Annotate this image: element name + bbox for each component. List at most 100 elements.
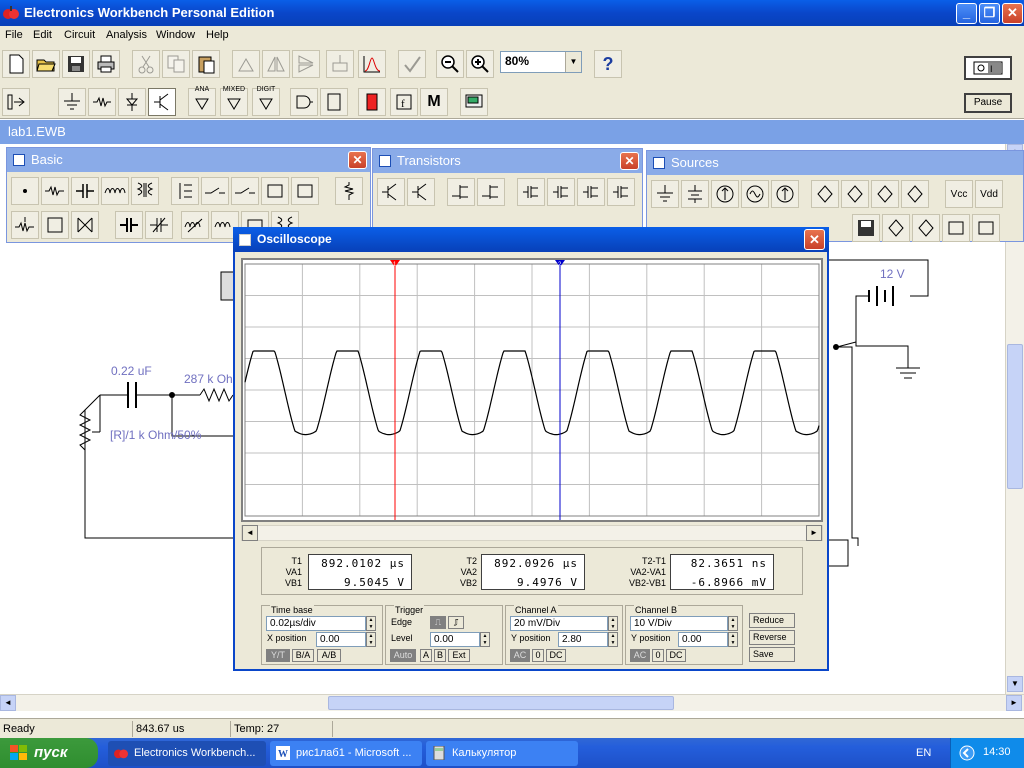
variable-capacitor-part[interactable] [145,211,173,239]
n-depletion-mosfet-part[interactable] [577,178,605,206]
voltage-controlled-sine-part[interactable] [972,214,1000,242]
workspace-horizontal-scrollbar[interactable]: ◄ ► [0,694,1024,711]
paste-button[interactable] [192,50,220,78]
language-indicator[interactable]: EN [916,747,931,759]
transformer-part[interactable] [131,177,159,205]
mode-ab-button[interactable]: A/B [317,649,341,662]
current-controlled-switch-part[interactable] [291,177,319,205]
pause-button[interactable]: Pause [964,93,1012,113]
task-electronics-workbench[interactable]: Electronics Workbench... [108,741,266,766]
controls-bin-button[interactable]: f [390,88,418,116]
channel-a-scale-field[interactable]: 20 mV/Div [510,616,608,631]
basic-bin-header[interactable]: Basic [7,148,370,172]
resistor-pack-part[interactable] [41,211,69,239]
x-position-spinner[interactable]: ▲ ▼ [366,632,376,647]
trigger-a-button[interactable]: A [420,649,432,662]
print-button[interactable] [92,50,120,78]
scroll-left-icon[interactable]: ◄ [0,695,16,711]
zoom-select[interactable]: 80% ▼ [500,51,582,73]
tray-expand-icon[interactable] [959,745,975,761]
basic-bin-close-button[interactable]: ✕ [348,151,367,169]
menu-circuit[interactable]: Circuit [64,29,95,41]
channel-b-scale-spinner[interactable]: ▲ ▼ [728,616,738,631]
sources-bin-button[interactable] [58,88,86,116]
dc-current-source-part[interactable] [711,180,739,208]
task-calculator[interactable]: Калькулятор [426,741,578,766]
time-delay-switch-part[interactable] [231,177,259,205]
trigger-auto-button[interactable]: Auto [390,649,416,662]
channel-a-dc-button[interactable]: DC [546,649,566,662]
sources-save-part[interactable] [852,214,880,242]
menu-file[interactable]: File [5,29,23,41]
copy-button[interactable] [162,50,190,78]
oscilloscope-screen[interactable]: 12 [241,258,823,522]
task-word-document[interactable]: Wрис1лаб1 - Microsoft ... [270,741,422,766]
analysis-graphs-button[interactable] [358,50,386,78]
help-button[interactable]: ? [594,50,622,78]
miscellaneous-bin-button[interactable]: M [420,88,448,116]
indicators-bin-button[interactable] [358,88,386,116]
menu-window[interactable]: Window [156,29,195,41]
npn-transistor-part[interactable] [377,178,405,206]
p-jfet-part[interactable] [477,178,505,206]
variable-inductor-part[interactable] [181,211,209,239]
mode-ba-button[interactable]: B/A [292,649,314,662]
new-file-button[interactable] [2,50,30,78]
relay-part[interactable] [171,177,199,205]
controlled-one-shot-part[interactable] [942,214,970,242]
falling-edge-button[interactable]: ⎎ [448,616,464,629]
fsk-source-part[interactable] [912,214,940,242]
capacitor-part[interactable] [71,177,99,205]
timebase-field[interactable]: 0.02µs/div [266,616,366,631]
vccs-part[interactable] [841,180,869,208]
channel-a-scale-spinner[interactable]: ▲ ▼ [608,616,618,631]
oscilloscope-close-button[interactable]: ✕ [804,229,825,250]
switch-part[interactable] [201,177,229,205]
voltage-controlled-switch-part[interactable] [261,177,289,205]
favorites-bin-button[interactable] [2,88,30,116]
resistor-part[interactable] [41,177,69,205]
chevron-down-icon[interactable]: ▼ [565,52,581,72]
ac-current-source-part[interactable] [771,180,799,208]
pulse-source-part[interactable] [882,214,910,242]
oscilloscope-scrollbar[interactable]: ◄ ► [241,525,823,541]
rising-edge-button[interactable]: ⎍ [430,616,446,629]
scroll-right-icon[interactable]: ► [1006,695,1022,711]
flip-vertical-button[interactable] [292,50,320,78]
p-mosfet-part[interactable] [547,178,575,206]
close-button[interactable]: ✕ [1002,3,1023,24]
bridge-part[interactable] [71,211,99,239]
vertical-scroll-thumb[interactable] [1007,344,1023,489]
component-properties-button[interactable] [326,50,354,78]
rotate-button[interactable] [232,50,260,78]
menu-analysis[interactable]: Analysis [106,29,147,41]
digital-bin-button[interactable] [320,88,348,116]
reverse-button[interactable]: Reverse [749,630,795,645]
connector-part[interactable] [11,177,39,205]
pnp-transistor-part[interactable] [407,178,435,206]
channel-b-dc-button[interactable]: DC [666,649,686,662]
x-position-field[interactable]: 0.00 [316,632,366,647]
zoom-in-button[interactable] [466,50,494,78]
potentiometer-part[interactable] [11,211,39,239]
trigger-ext-button[interactable]: Ext [448,649,470,662]
diodes-bin-button[interactable] [118,88,146,116]
mode-yt-button[interactable]: Y/T [266,649,290,662]
level-spinner[interactable]: ▲ ▼ [480,632,490,647]
transistors-bin-button[interactable] [148,88,176,116]
cut-button[interactable] [132,50,160,78]
subcircuit-button[interactable] [398,50,426,78]
open-file-button[interactable] [32,50,60,78]
menu-edit[interactable]: Edit [33,29,52,41]
p-depletion-mosfet-part[interactable] [607,178,635,206]
timebase-spinner[interactable]: ▲ ▼ [366,616,376,631]
waveform-display[interactable]: 12 [243,260,821,520]
oscilloscope-title-bar[interactable]: Oscilloscope [233,227,829,252]
channel-b-ac-button[interactable]: AC [630,649,650,662]
ccvs-part[interactable] [901,180,929,208]
n-jfet-part[interactable] [447,178,475,206]
maximize-button[interactable]: ❐ [979,3,1000,24]
channel-b-zero-button[interactable]: 0 [652,649,664,662]
vcc-source-part[interactable]: Vcc [945,180,973,208]
horizontal-scroll-thumb[interactable] [328,696,674,710]
